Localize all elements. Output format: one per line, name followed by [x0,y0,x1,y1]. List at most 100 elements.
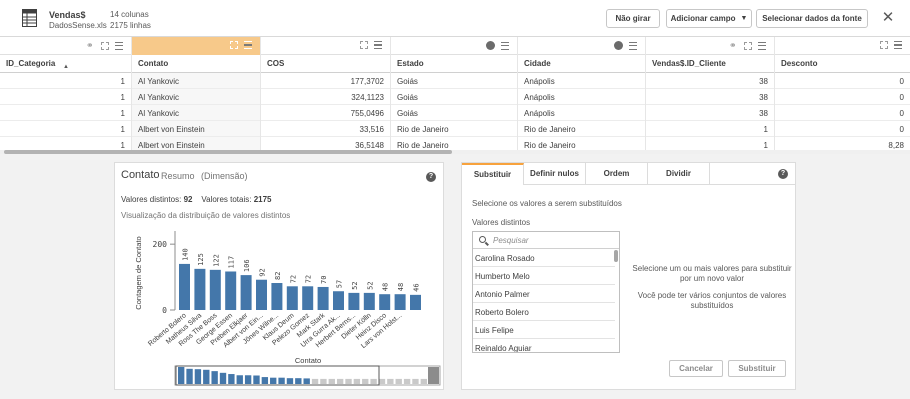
menu-icon[interactable] [894,41,902,49]
list-item[interactable]: Reinaldo Aguiar [473,339,615,352]
tab-dimensao[interactable]: (Dimensão) [201,171,248,181]
adicionar-campo-button[interactable]: Adicionar campo ▼ [666,9,752,28]
column-header[interactable]: Desconto [775,55,910,73]
column-header[interactable]: COS [261,55,390,73]
tab-substituir[interactable]: Substituir [462,163,524,185]
menu-icon[interactable] [629,41,637,50]
list-scrollbar[interactable] [614,250,618,262]
close-icon[interactable]: ✕ [879,8,897,28]
column-contato[interactable]: Contato Al Yankovic Al Yankovic Al Yanko… [132,37,261,152]
list-label: Valores distintos [472,218,531,227]
distinct-values-list[interactable]: Pesquisar Carolina Rosado Humberto Melo … [472,231,620,353]
selecionar-dados-button[interactable]: Selecionar dados da fonte [756,9,868,28]
column-header[interactable]: Cidade [518,55,645,73]
list-item[interactable]: Humberto Melo [473,267,615,285]
menu-icon[interactable] [244,41,252,49]
mini-chart-bar [278,377,285,384]
substituir-button[interactable]: Substituir [728,360,786,377]
distribution-chart: Contagem de Contato0200140Roberto Bolero… [134,231,441,386]
field-title: Contato [121,169,160,181]
table-cell: 38 [646,73,774,89]
nao-girar-label: Não girar [615,14,651,23]
table-cell: 0 [775,105,910,121]
header-bar: Vendas$ DadosSense.xls 14 colunas 2175 l… [0,0,910,37]
column-cos[interactable]: COS 177,3702 324,1123 755,0496 33,516 36… [261,37,391,152]
mini-chart-handle [428,367,439,384]
column-cidade[interactable]: Cidade Anápolis Anápolis Anápolis Rio de… [518,37,646,152]
info-text-1: Selecione um ou mais valores para substi… [632,264,792,283]
mini-chart-bar [253,375,260,384]
help-icon[interactable]: ? [778,169,788,179]
column-id-categoria[interactable]: ⚭ ID_Categoria ▲ 1 1 1 1 1 [0,37,132,152]
search-row[interactable]: Pesquisar [473,232,619,249]
mini-chart-bar [178,367,185,384]
expand-icon[interactable] [880,41,888,49]
tab-bar: Substituir Definir nulos Ordem Dividir [462,163,795,185]
data-label: 46 [413,283,421,291]
data-label: 52 [366,281,374,289]
column-header[interactable]: Vendas$.ID_Cliente [646,55,774,73]
table-cell: 755,0496 [261,105,390,121]
rows-count: 2175 linhas [110,21,151,30]
tab-dividir[interactable]: Dividir [648,163,710,185]
mini-chart-bar [295,378,302,384]
list-item[interactable]: Carolina Rosado [473,249,615,267]
globe-icon[interactable] [614,41,623,50]
data-label: 72 [305,275,313,283]
mini-chart-bar [412,378,419,384]
menu-icon[interactable] [758,41,766,50]
list-item[interactable]: Roberto Bolero [473,303,615,321]
menu-icon[interactable] [374,41,382,49]
link-icon[interactable]: ⚭ [86,41,95,50]
chart-bar [379,294,391,310]
menu-icon[interactable] [115,41,123,50]
column-desconto[interactable]: Desconto 0 0 0 0 8,28 [775,37,910,152]
chart-bar [317,286,329,310]
expand-icon[interactable] [744,41,752,50]
menu-icon[interactable] [501,41,509,50]
tab-ordem[interactable]: Ordem [586,163,648,185]
table-cell: 1 [0,73,131,89]
data-label: 70 [320,276,328,284]
chart-bar [256,279,267,310]
table-cell: Anápolis [518,73,645,89]
column-estado[interactable]: Estado Goiás Goiás Goiás Rio de Janeiro … [391,37,518,152]
chart-bar [271,283,283,310]
expand-icon[interactable] [360,41,368,49]
y-axis-title: Contagem de Contato [134,236,143,309]
data-label: 82 [274,272,282,280]
data-label: 122 [212,254,220,267]
list-item[interactable]: Antonio Palmer [473,285,615,303]
table-cell: 0 [775,89,910,105]
expand-icon[interactable] [101,41,109,50]
help-icon[interactable]: ? [426,172,436,182]
cancelar-button[interactable]: Cancelar [669,360,723,377]
nao-girar-button[interactable]: Não girar [606,9,660,28]
mini-chart-bar [353,378,361,384]
mini-chart-bar [362,378,369,384]
stats-line: Valores distintos: 92 Valores totais: 21… [121,195,272,204]
link-icon[interactable]: ⚭ [729,41,738,50]
column-header[interactable]: Contato [132,55,260,73]
globe-icon[interactable] [486,41,495,50]
list-item[interactable]: Luis Felipe [473,321,615,339]
table-cell: 177,3702 [261,73,390,89]
mini-chart-bar [378,378,386,384]
search-input[interactable]: Pesquisar [493,236,529,245]
column-header[interactable]: Estado [391,55,517,73]
file-name: DadosSense.xls [49,21,107,30]
expand-icon[interactable] [230,41,238,49]
tab-resumo[interactable]: Resumo [161,171,195,181]
mini-chart-bar [244,375,252,384]
table-cell: Goiás [391,89,517,105]
tab-definir-nulos[interactable]: Definir nulos [524,163,586,185]
table-cell: 1 [0,89,131,105]
mini-chart-bar [403,378,411,384]
column-header[interactable]: ID_Categoria ▲ [0,55,131,73]
mini-chart-bar [236,375,243,384]
replace-panel: Substituir Definir nulos Ordem Dividir ?… [461,162,796,390]
column-id-cliente[interactable]: ⚭ Vendas$.ID_Cliente 38 38 38 1 1 [646,37,775,152]
table-cell: 0 [775,73,910,89]
mini-chart-bar [345,378,352,384]
table-icon [22,9,37,27]
